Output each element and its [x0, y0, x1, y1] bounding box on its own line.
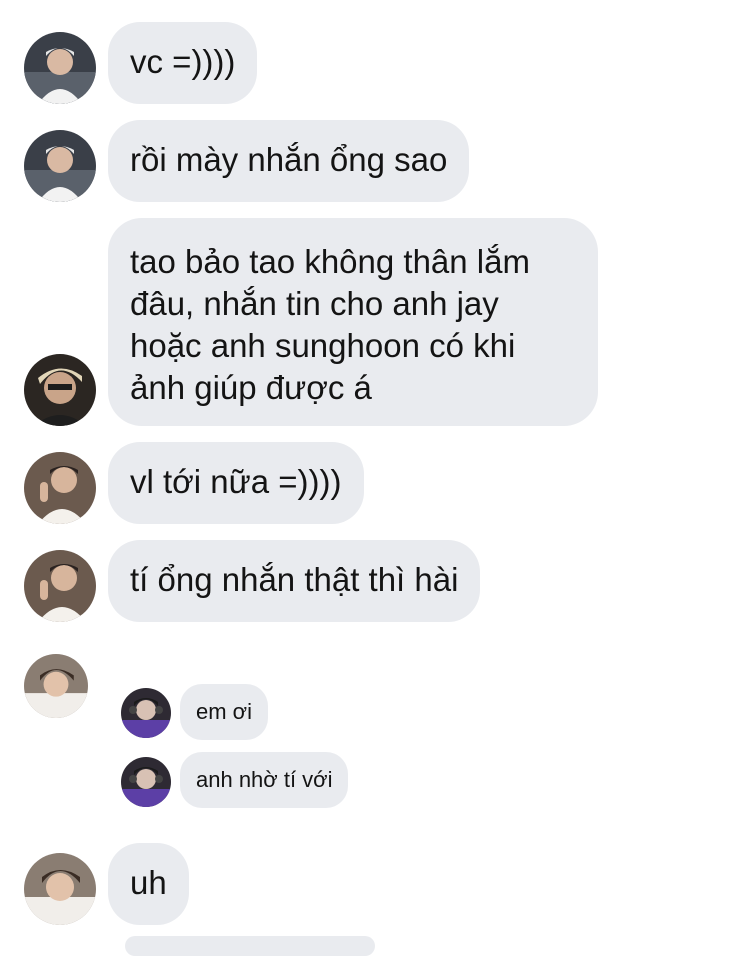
message-bubble[interactable]: tao bảo tao không thân lắm đâu, nhắn tin… — [108, 218, 598, 426]
avatar[interactable] — [24, 32, 96, 104]
avatar[interactable] — [121, 757, 171, 807]
forwarded-message-bubble[interactable]: anh nhờ tí với — [180, 752, 349, 808]
avatar[interactable] — [24, 550, 96, 622]
message-bubble-partial[interactable] — [125, 936, 375, 956]
message-bubble[interactable]: vc =)))) — [108, 22, 258, 104]
avatar[interactable] — [24, 452, 96, 524]
message-bubble[interactable]: rồi mày nhắn ổng sao — [108, 120, 470, 202]
avatar[interactable] — [24, 853, 96, 925]
avatar[interactable] — [121, 688, 171, 738]
message-bubble[interactable]: uh — [108, 843, 189, 925]
avatar[interactable] — [24, 654, 88, 718]
message-bubble[interactable]: tí ổng nhắn thật thì hài — [108, 540, 481, 622]
avatar[interactable] — [24, 354, 96, 426]
forwarded-message-bubble[interactable]: em ơi — [180, 684, 268, 740]
message-bubble[interactable]: vl tới nữa =)))) — [108, 442, 364, 524]
avatar[interactable] — [24, 130, 96, 202]
